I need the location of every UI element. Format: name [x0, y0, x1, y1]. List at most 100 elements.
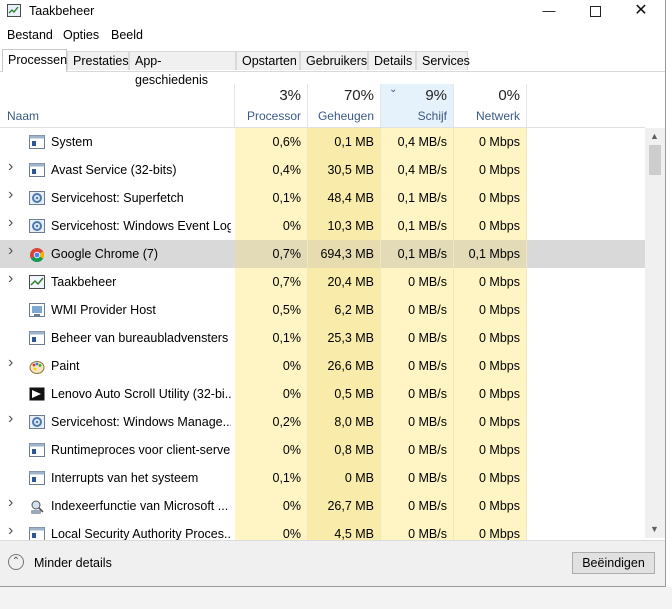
process-disk-value: 0 MB/s — [381, 324, 454, 352]
cpu-total: 3% — [279, 87, 301, 104]
process-disk-value: 0,4 MB/s — [381, 156, 454, 184]
process-row[interactable]: › Taakbeheer 0,7% 20,4 MB 0 MB/s 0 Mbps — [0, 268, 645, 296]
process-name: Beheer van bureaubladvensters — [51, 331, 229, 345]
process-row[interactable]: › Servicehost: Windows Manage... 0,2% 8,0 M… — [0, 408, 645, 436]
column-header-network[interactable]: 0% Netwerk — [454, 84, 527, 127]
process-cpu-value: 0% — [235, 436, 308, 464]
process-mem-value: 0,5 MB — [308, 380, 381, 408]
menu-file[interactable]: Bestand — [7, 28, 53, 42]
minimize-button[interactable]: — — [526, 0, 572, 24]
process-net-value: 0 Mbps — [454, 464, 527, 492]
process-row[interactable]: Lenovo Auto Scroll Utility (32-bi... 0% 0,… — [0, 380, 645, 408]
process-mem-value: 26,7 MB — [308, 492, 381, 520]
process-net-value: 0 Mbps — [454, 156, 527, 184]
process-row[interactable]: System 0,6% 0,1 MB 0,4 MB/s 0 Mbps — [0, 128, 645, 156]
expand-chevron-icon[interactable]: › — [8, 271, 16, 287]
process-row[interactable]: › Google Chrome (7) 0,7% 694,3 MB 0,1 MB/s 0,… — [0, 240, 645, 268]
process-name: System — [51, 135, 93, 149]
process-cpu-value: 0% — [235, 492, 308, 520]
lenovo-icon — [29, 387, 45, 401]
expand-chevron-icon[interactable]: › — [8, 495, 16, 511]
expand-chevron-icon[interactable]: › — [8, 523, 16, 539]
expand-chevron-icon[interactable]: › — [8, 243, 16, 259]
process-net-value: 0 Mbps — [454, 296, 527, 324]
process-mem-value: 0,8 MB — [308, 436, 381, 464]
process-row[interactable]: › Avast Service (32-bits) 0,4% 30,5 MB 0,4 M… — [0, 156, 645, 184]
process-disk-value: 0 MB/s — [381, 464, 454, 492]
indexer-icon — [29, 499, 45, 514]
process-mem-value: 10,3 MB — [308, 212, 381, 240]
process-cpu-value: 0% — [235, 352, 308, 380]
process-row[interactable]: › Paint 0% 26,6 MB 0 MB/s 0 Mbps — [0, 352, 645, 380]
process-name: Servicehost: Windows Manage... — [51, 415, 231, 429]
tab-details[interactable]: Details — [368, 51, 416, 70]
expand-chevron-icon[interactable]: › — [8, 187, 16, 203]
column-header-cpu[interactable]: 3% Processor — [235, 84, 308, 127]
less-details-link[interactable]: Minder details — [34, 556, 112, 570]
maximize-button[interactable] — [572, 0, 618, 24]
process-cpu-value: 0,6% — [235, 128, 308, 156]
process-name: Avast Service (32-bits) — [51, 163, 177, 177]
process-cpu-value: 0,2% — [235, 408, 308, 436]
process-row[interactable]: › Servicehost: Windows Event Log 0% 10,3 MB… — [0, 212, 645, 240]
process-name: Indexeerfunctie van Microsoft ... — [51, 499, 229, 513]
column-header-name[interactable]: Naam — [0, 84, 235, 127]
system-window-icon — [29, 471, 45, 485]
process-row[interactable]: Beheer van bureaubladvensters 0,1% 25,3 MB… — [0, 324, 645, 352]
process-disk-value: 0 MB/s — [381, 296, 454, 324]
column-header-memory[interactable]: 70% Geheugen — [308, 84, 381, 127]
process-row[interactable]: Runtimeproces voor client-server 0% 0,8 MB… — [0, 436, 645, 464]
gear-icon — [29, 191, 45, 205]
process-row[interactable]: Interrupts van het systeem 0,1% 0 MB 0 MB/s… — [0, 464, 645, 492]
expand-chevron-icon[interactable]: › — [8, 215, 16, 231]
expand-chevron-icon[interactable]: › — [8, 411, 16, 427]
background-strip — [0, 587, 672, 609]
process-name: Taakbeheer — [51, 275, 117, 289]
process-cpu-value: 0,7% — [235, 268, 308, 296]
process-row[interactable]: › Servicehost: Superfetch 0,1% 48,4 MB 0,1 M… — [0, 184, 645, 212]
process-mem-value: 20,4 MB — [308, 268, 381, 296]
tab-users[interactable]: Gebruikers — [300, 51, 368, 70]
tab-services[interactable]: Services — [416, 51, 470, 70]
vertical-scrollbar[interactable]: ▲ ▼ — [645, 128, 665, 538]
end-task-button[interactable]: Beëindigen — [572, 552, 655, 574]
menu-options[interactable]: Opties — [63, 28, 99, 42]
network-label: Netwerk — [475, 109, 520, 123]
scroll-up-icon[interactable]: ▲ — [650, 131, 659, 141]
expand-chevron-icon[interactable]: › — [8, 355, 16, 371]
chevron-up-circle-icon[interactable]: ⌃ — [8, 554, 24, 570]
scrollbar-thumb[interactable] — [649, 145, 661, 175]
tab-startup[interactable]: Opstarten — [236, 51, 300, 70]
column-header-disk[interactable]: ⌄ 9% Schijf — [381, 84, 454, 127]
process-mem-value: 0,1 MB — [308, 128, 381, 156]
process-name: Google Chrome (7) — [51, 247, 158, 261]
process-name: Interrupts van het systeem — [51, 471, 199, 485]
process-row[interactable]: WMI Provider Host 0,5% 6,2 MB 0 MB/s 0 Mbps — [0, 296, 645, 324]
system-window-icon — [29, 135, 45, 149]
process-name: Runtimeproces voor client-server — [51, 443, 231, 457]
tab-app-history[interactable]: App-geschiedenis — [129, 51, 236, 87]
process-row[interactable]: › Indexeerfunctie van Microsoft ... 0% 26,7… — [0, 492, 645, 520]
process-cpu-value: 0,4% — [235, 156, 308, 184]
process-name: Paint — [51, 359, 80, 373]
process-net-value: 0 Mbps — [454, 184, 527, 212]
menu-view[interactable]: Beeld — [111, 28, 143, 42]
process-net-value: 0 Mbps — [454, 128, 527, 156]
process-disk-value: 0,1 MB/s — [381, 184, 454, 212]
sort-chevron-icon: ⌄ — [389, 84, 398, 95]
network-total: 0% — [498, 87, 520, 104]
process-disk-value: 0 MB/s — [381, 408, 454, 436]
cpu-label: Processor — [246, 109, 301, 123]
scroll-down-icon[interactable]: ▼ — [650, 524, 659, 534]
task-manager-icon — [29, 275, 45, 289]
memory-label: Geheugen — [317, 109, 374, 123]
task-manager-app-icon — [7, 4, 21, 17]
system-window-icon — [29, 443, 45, 457]
tab-performance[interactable]: Prestaties — [67, 51, 129, 70]
process-name: Servicehost: Windows Event Log — [51, 219, 231, 233]
tab-processes[interactable]: Processen — [2, 49, 67, 72]
chrome-icon — [29, 247, 45, 263]
close-button[interactable]: ✕ — [618, 0, 664, 24]
footer-bar: ⌃ Minder details Beëindigen — [0, 540, 665, 586]
expand-chevron-icon[interactable]: › — [8, 159, 16, 175]
